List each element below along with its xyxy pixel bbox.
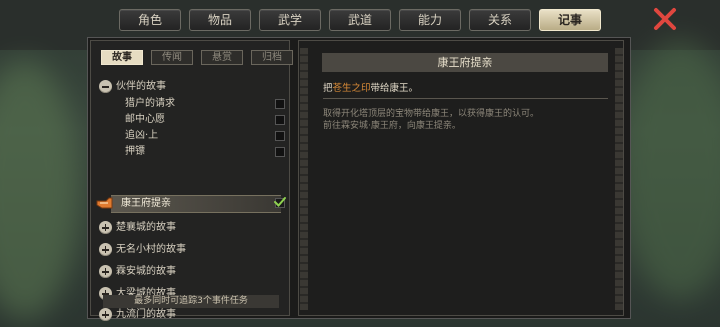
subtab-bounty[interactable]: 悬赏 — [201, 50, 243, 65]
tab-items[interactable]: 物品 — [189, 9, 251, 31]
background-scenery-right — [620, 40, 720, 300]
main-tabs: 角色 物品 武学 武道 能力 关系 记事 — [119, 9, 601, 31]
description-line: 取得开化塔顶层的宝物带给康王，以获得康王的认可。 — [323, 109, 540, 119]
quest-item[interactable]: 押镖 — [125, 144, 145, 160]
tab-journal[interactable]: 记事 — [539, 9, 601, 31]
subtab-archive[interactable]: 归档 — [251, 50, 293, 65]
tab-martial-way[interactable]: 武道 — [329, 9, 391, 31]
quest-list-panel: 故事 传闻 悬赏 归档 伙伴的故事 猎户的请求 邮中心愿 追凶·上 押镖 康王府… — [90, 40, 293, 321]
tab-relations[interactable]: 关系 — [469, 9, 531, 31]
quest-title: 康王府提亲 — [322, 53, 608, 72]
quest-item[interactable]: 追凶·上 — [125, 128, 158, 144]
quest-group-label: 霖安城的故事 — [116, 266, 176, 277]
pointing-hand-icon — [96, 197, 113, 209]
quest-group-label: 九流门的故事 — [116, 309, 176, 320]
panel-border-ornament — [615, 48, 623, 310]
quest-item[interactable]: 邮中心愿 — [125, 112, 165, 128]
background-scenery-left — [0, 60, 80, 320]
quest-item-label: 猎户的请求 — [125, 98, 175, 109]
objective-suffix: 带给康王。 — [370, 83, 419, 94]
track-checkbox[interactable] — [275, 115, 285, 125]
description-line: 前往霖安城·康王府，向康王提亲。 — [323, 121, 461, 131]
objective-item-highlight: 苍生之印 — [332, 83, 371, 94]
collapse-icon[interactable] — [99, 80, 112, 93]
quest-item[interactable]: 猎户的请求 — [125, 96, 175, 112]
tab-character[interactable]: 角色 — [119, 9, 181, 31]
close-icon[interactable] — [652, 6, 678, 32]
quest-group-label: 无名小村的故事 — [116, 244, 186, 255]
track-checkbox[interactable] — [275, 99, 285, 109]
quest-group-label: 楚襄城的故事 — [116, 222, 176, 233]
subtab-rumors[interactable]: 传闻 — [151, 50, 193, 65]
subtab-story[interactable]: 故事 — [101, 50, 143, 65]
divider — [323, 98, 608, 99]
panel-border-ornament — [300, 48, 308, 310]
tracking-limit-note: 最多同时可追踪3个事件任务 — [103, 295, 279, 308]
quest-item-label: 追凶·上 — [125, 130, 159, 141]
expand-icon[interactable] — [99, 243, 112, 256]
expand-icon[interactable] — [99, 265, 112, 278]
quest-group-label: 伙伴的故事 — [116, 81, 166, 92]
quest-item-selected[interactable]: 康王府提亲 — [121, 196, 171, 212]
tab-martial-arts[interactable]: 武学 — [259, 9, 321, 31]
quest-description: 取得开化塔顶层的宝物带给康王，以获得康王的认可。 前往霖安城·康王府，向康王提亲… — [323, 108, 539, 132]
expand-icon[interactable] — [99, 221, 112, 234]
track-checkbox[interactable] — [275, 131, 285, 141]
quest-objective: 把苍生之印带给康王。 — [323, 80, 418, 94]
quest-item-label: 康王府提亲 — [121, 198, 171, 209]
expand-icon[interactable] — [99, 308, 112, 321]
tab-abilities[interactable]: 能力 — [399, 9, 461, 31]
objective-prefix: 把 — [323, 83, 333, 94]
journal-subtabs: 故事 传闻 悬赏 归档 — [101, 50, 293, 65]
track-checkbox[interactable] — [275, 147, 285, 157]
quest-item-label: 邮中心愿 — [125, 114, 165, 125]
checkmark-icon — [274, 197, 286, 207]
quest-item-label: 押镖 — [125, 146, 145, 157]
